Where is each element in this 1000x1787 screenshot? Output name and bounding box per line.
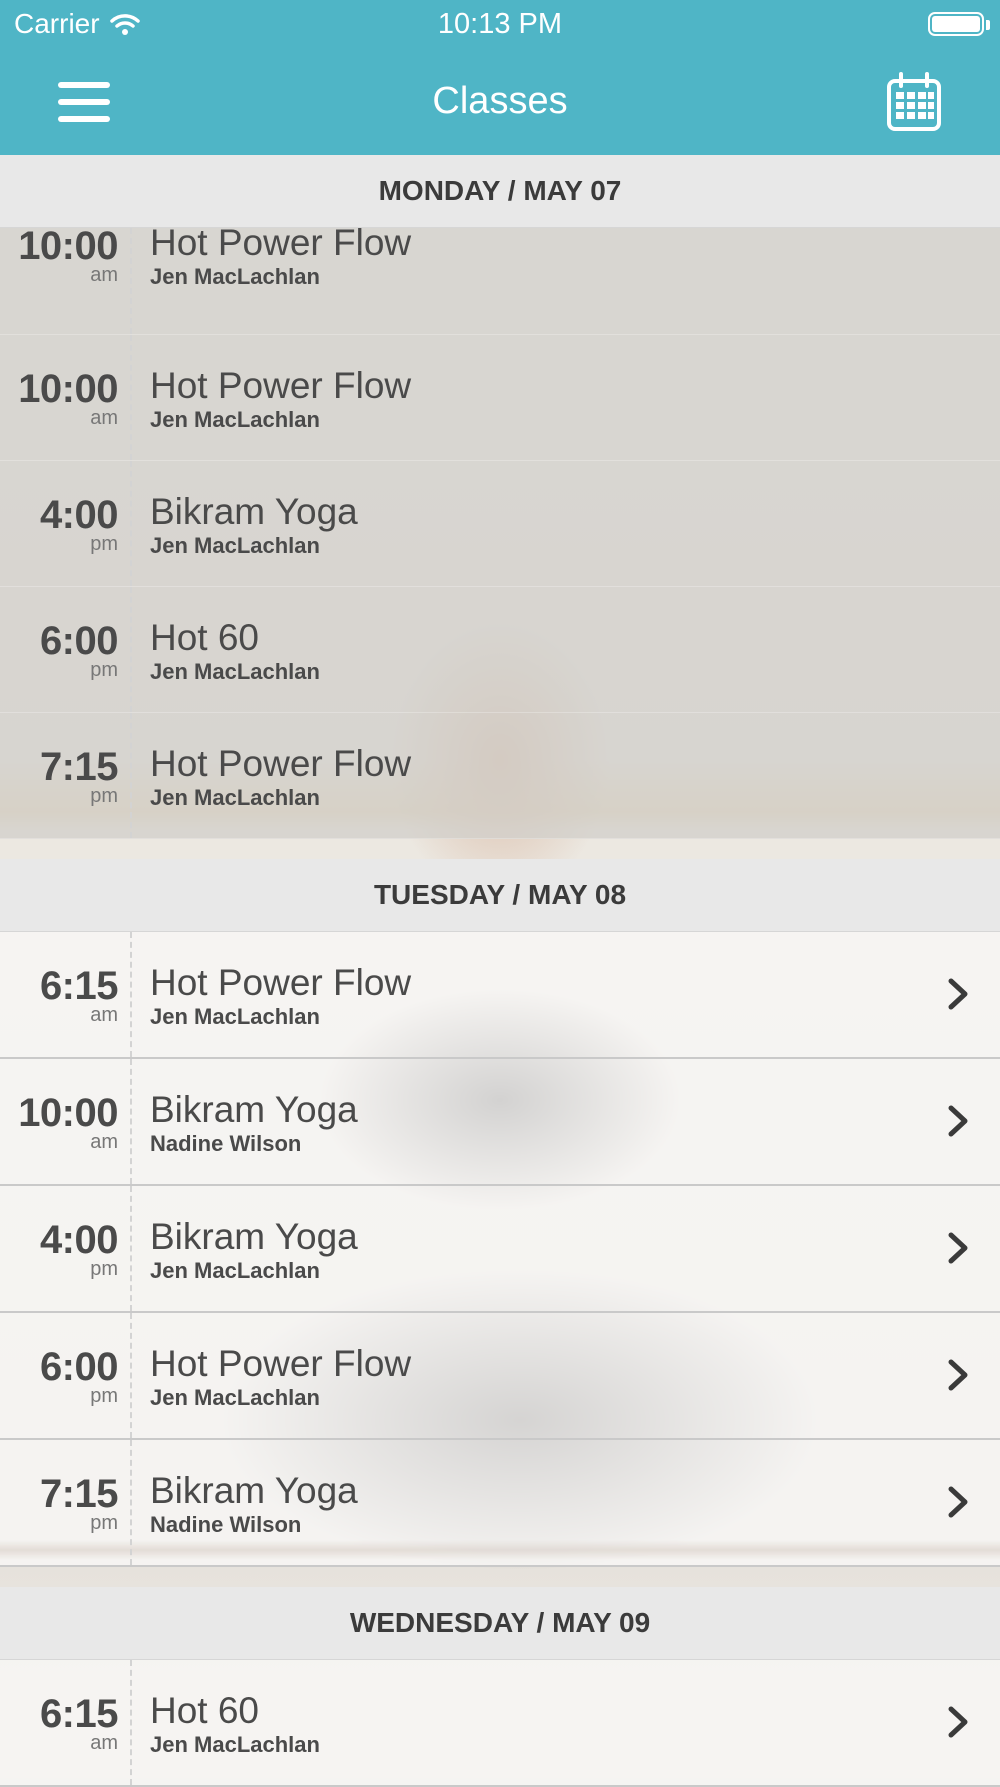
class-name: Bikram Yoga: [150, 491, 358, 532]
class-ampm: am: [90, 1732, 118, 1754]
class-row: 7:15 pm Hot Power Flow Jen MacLachlan: [0, 713, 1000, 839]
class-name: Hot 60: [150, 1690, 260, 1731]
class-ampm: pm: [90, 1385, 118, 1407]
class-time: 10:00: [18, 224, 118, 268]
class-name: Bikram Yoga: [150, 1470, 358, 1511]
class-instructor: Jen MacLachlan: [150, 785, 320, 810]
status-bar: Carrier 10:13 PM: [0, 0, 1000, 50]
class-row[interactable]: 4:00 pm Bikram Yoga Jen MacLachlan: [0, 1186, 1000, 1313]
class-time: 4:00: [39, 493, 119, 537]
day-header-tuesday: TUESDAY / MAY 08: [0, 859, 1000, 932]
day-header-wednesday: WEDNESDAY / MAY 09: [0, 1587, 1000, 1660]
class-ampm: pm: [90, 1512, 118, 1534]
class-ampm: pm: [90, 533, 118, 555]
battery-icon: [928, 12, 984, 36]
class-name: Hot Power Flow: [150, 1343, 412, 1384]
class-time: 10:00: [18, 367, 118, 411]
class-name: Hot Power Flow: [150, 365, 412, 406]
class-ampm: am: [90, 407, 118, 429]
class-instructor: Jen MacLachlan: [150, 264, 320, 289]
class-ampm: am: [90, 1004, 118, 1026]
nav-bar: Classes: [0, 50, 1000, 155]
class-row[interactable]: 7:15 pm Bikram Yoga Nadine Wilson: [0, 1440, 1000, 1567]
class-ampm: pm: [90, 659, 118, 681]
class-instructor: Nadine Wilson: [150, 1131, 302, 1156]
class-instructor: Nadine Wilson: [150, 1512, 302, 1537]
class-time: 6:15: [39, 964, 119, 1008]
calendar-icon[interactable]: [886, 72, 942, 132]
class-row[interactable]: 6:15 am Hot Power Flow Jen MacLachlan: [0, 932, 1000, 1059]
class-row[interactable]: 10:00 am Bikram Yoga Nadine Wilson: [0, 1059, 1000, 1186]
class-name: Hot Power Flow: [150, 962, 412, 1003]
battery-tip: [986, 20, 990, 30]
class-row: 10:00 am Hot Power Flow Jen MacLachlan: [0, 335, 1000, 461]
class-time: 4:00: [39, 1218, 119, 1262]
chevron-right-icon[interactable]: [940, 1230, 976, 1266]
class-instructor: Jen MacLachlan: [150, 659, 320, 684]
class-ampm: pm: [90, 785, 118, 807]
class-name: Bikram Yoga: [150, 1216, 358, 1257]
class-row: 6:00 pm Hot 60 Jen MacLachlan: [0, 587, 1000, 713]
class-ampm: am: [90, 264, 118, 286]
clock: 10:13 PM: [437, 8, 563, 40]
class-time: 6:00: [39, 619, 119, 663]
class-time: 7:15: [39, 1472, 119, 1516]
class-row[interactable]: 6:15 am Hot 60 Jen MacLachlan: [0, 1660, 1000, 1787]
class-name: Bikram Yoga: [150, 1089, 358, 1130]
class-time: 10:00: [18, 1091, 118, 1135]
class-instructor: Jen MacLachlan: [150, 533, 320, 558]
class-instructor: Jen MacLachlan: [150, 1258, 320, 1283]
class-ampm: am: [90, 1131, 118, 1153]
page-title: Classes: [432, 80, 568, 122]
class-row: 10:00 am Hot Power Flow Jen MacLachlan: [0, 222, 1000, 335]
day-header-monday: MONDAY / MAY 07: [0, 155, 1000, 228]
chevron-right-icon[interactable]: [940, 1484, 976, 1520]
chevron-right-icon[interactable]: [940, 976, 976, 1012]
class-instructor: Jen MacLachlan: [150, 1385, 320, 1410]
class-ampm: pm: [90, 1258, 118, 1280]
class-schedule-list[interactable]: MONDAY / MAY 07 10:00 am Hot Power Flow …: [0, 155, 1000, 1787]
chevron-right-icon[interactable]: [940, 1357, 976, 1393]
class-row[interactable]: 6:00 pm Hot Power Flow Jen MacLachlan: [0, 1313, 1000, 1440]
class-instructor: Jen MacLachlan: [150, 1732, 320, 1757]
class-time: 6:00: [39, 1345, 119, 1389]
class-name: Hot Power Flow: [150, 222, 412, 263]
class-instructor: Jen MacLachlan: [150, 1004, 320, 1029]
class-instructor: Jen MacLachlan: [150, 407, 320, 432]
class-time: 7:15: [39, 745, 119, 789]
chevron-right-icon[interactable]: [940, 1704, 976, 1740]
class-time: 6:15: [39, 1692, 119, 1736]
class-name: Hot Power Flow: [150, 743, 412, 784]
class-row: 4:00 pm Bikram Yoga Jen MacLachlan: [0, 461, 1000, 587]
chevron-right-icon[interactable]: [940, 1103, 976, 1139]
class-name: Hot 60: [150, 617, 260, 658]
